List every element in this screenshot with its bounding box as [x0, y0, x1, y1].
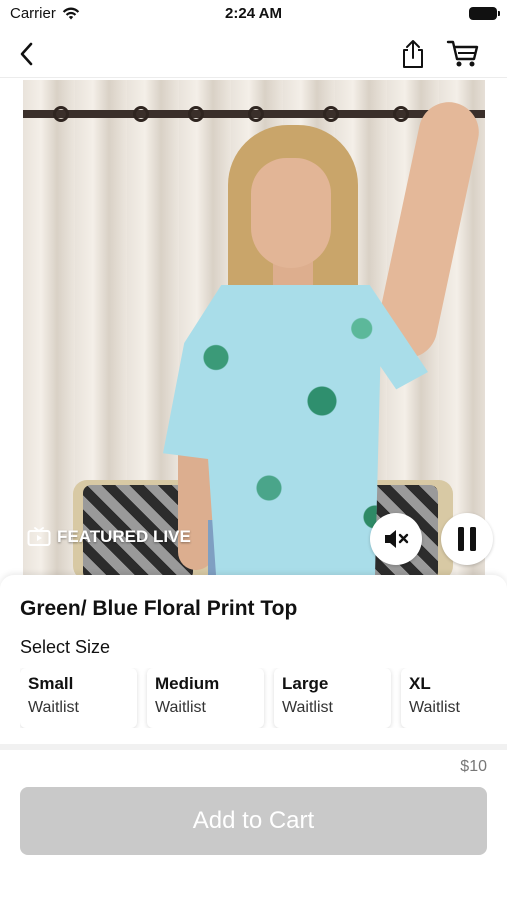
share-icon [403, 40, 423, 68]
product-price: $10 [460, 758, 487, 775]
product-video[interactable] [23, 80, 485, 576]
curtain-ring [248, 106, 264, 122]
curtain-ring [323, 106, 339, 122]
size-name: XL [409, 674, 431, 693]
product-title: Green/ Blue Floral Print Top [20, 597, 298, 620]
chevron-left-icon [20, 42, 33, 66]
size-option-xl[interactable]: XL Waitlist [401, 668, 507, 728]
select-size-label: Select Size [20, 637, 111, 657]
featured-live-label: FEATURED LIVE [57, 527, 191, 546]
size-options: Small Waitlist Medium Waitlist Large Wai… [20, 668, 507, 728]
battery-icon [469, 7, 500, 20]
tv-icon [27, 527, 51, 546]
size-name: Large [282, 674, 329, 693]
nav-bar [0, 28, 507, 78]
add-to-cart-button[interactable]: Add to Cart [20, 787, 487, 855]
curtain-ring [393, 106, 409, 122]
pause-button[interactable] [441, 513, 493, 565]
cart-icon [446, 40, 479, 67]
size-name: Medium [155, 674, 220, 693]
curtain-ring [53, 106, 69, 122]
speaker-muted-icon [385, 530, 409, 548]
size-status: Waitlist [409, 699, 460, 716]
featured-live-badge: FEATURED LIVE [27, 527, 191, 547]
mute-button[interactable] [370, 513, 422, 565]
status-bar: Carrier 2:24 AM [0, 0, 507, 28]
size-option-small[interactable]: Small Waitlist [20, 668, 137, 728]
section-divider [0, 744, 507, 750]
curtain-ring [133, 106, 149, 122]
status-time: 2:24 AM [225, 5, 282, 22]
size-name: Small [28, 674, 74, 693]
size-status: Waitlist [28, 699, 79, 716]
product-sheet: Green/ Blue Floral Print Top Select Size… [0, 575, 507, 900]
size-option-large[interactable]: Large Waitlist [274, 668, 391, 728]
size-status: Waitlist [282, 699, 333, 716]
pause-icon [458, 527, 476, 551]
curtain-ring [188, 106, 204, 122]
size-status: Waitlist [155, 699, 206, 716]
model-face [251, 158, 331, 268]
size-option-medium[interactable]: Medium Waitlist [147, 668, 264, 728]
back-button[interactable] [8, 36, 44, 72]
cart-button[interactable] [445, 36, 481, 72]
share-button[interactable] [395, 36, 431, 72]
